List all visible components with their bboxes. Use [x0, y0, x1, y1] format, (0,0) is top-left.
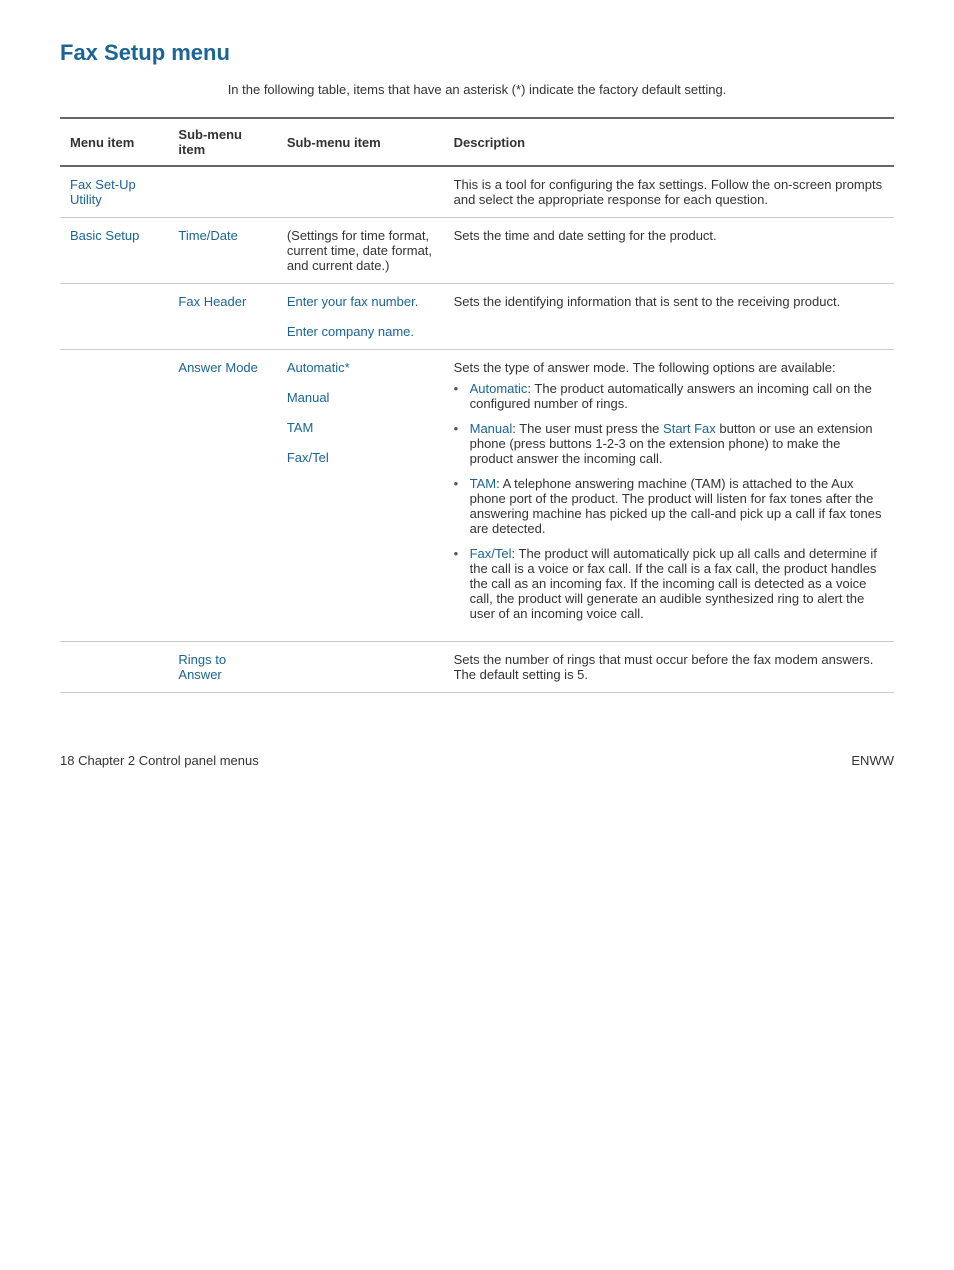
table-row: Rings to Answer Sets the number of rings…: [60, 642, 894, 693]
description-item: Sets the number of rings that must occur…: [444, 642, 894, 693]
menu-item: Basic Setup: [60, 218, 168, 284]
list-item: Fax/Tel: The product will automatically …: [454, 546, 884, 621]
footer-left: 18 Chapter 2 Control panel menus: [60, 753, 259, 768]
page-footer: 18 Chapter 2 Control panel menus ENWW: [60, 753, 894, 768]
header-description: Description: [444, 118, 894, 166]
fax-setup-table: Menu item Sub-menu item Sub-menu item De…: [60, 117, 894, 693]
sub2-item: [277, 166, 444, 218]
table-row: Fax Set-Up Utility This is a tool for co…: [60, 166, 894, 218]
sub2-item: [277, 642, 444, 693]
table-row: Fax Header Enter your fax number. Enter …: [60, 284, 894, 350]
menu-item: [60, 284, 168, 350]
description-item: Sets the time and date setting for the p…: [444, 218, 894, 284]
header-sub2: Sub-menu item: [277, 118, 444, 166]
table-row: Basic Setup Time/Date (Settings for time…: [60, 218, 894, 284]
sub2-item: (Settings for time format, current time,…: [277, 218, 444, 284]
list-item: Automatic: The product automatically ans…: [454, 381, 884, 411]
sub2-item: Automatic* Manual TAM Fax/Tel: [277, 350, 444, 642]
table-row: Answer Mode Automatic* Manual TAM Fax/Te…: [60, 350, 894, 642]
description-item: This is a tool for configuring the fax s…: [444, 166, 894, 218]
description-item: Sets the identifying information that is…: [444, 284, 894, 350]
list-item: Manual: The user must press the Start Fa…: [454, 421, 884, 466]
subtitle: In the following table, items that have …: [60, 82, 894, 97]
description-item: Sets the type of answer mode. The follow…: [444, 350, 894, 642]
menu-item: [60, 642, 168, 693]
sub1-item: Time/Date: [168, 218, 276, 284]
sub2-item: Enter your fax number. Enter company nam…: [277, 284, 444, 350]
sub1-item: Answer Mode: [168, 350, 276, 642]
sub1-item: Rings to Answer: [168, 642, 276, 693]
menu-item: Fax Set-Up Utility: [60, 166, 168, 218]
sub1-item: [168, 166, 276, 218]
list-item: TAM: A telephone answering machine (TAM)…: [454, 476, 884, 536]
footer-right: ENWW: [851, 753, 894, 768]
sub1-item: Fax Header: [168, 284, 276, 350]
header-sub1: Sub-menu item: [168, 118, 276, 166]
page-title: Fax Setup menu: [60, 40, 894, 66]
menu-item: [60, 350, 168, 642]
header-menu: Menu item: [60, 118, 168, 166]
